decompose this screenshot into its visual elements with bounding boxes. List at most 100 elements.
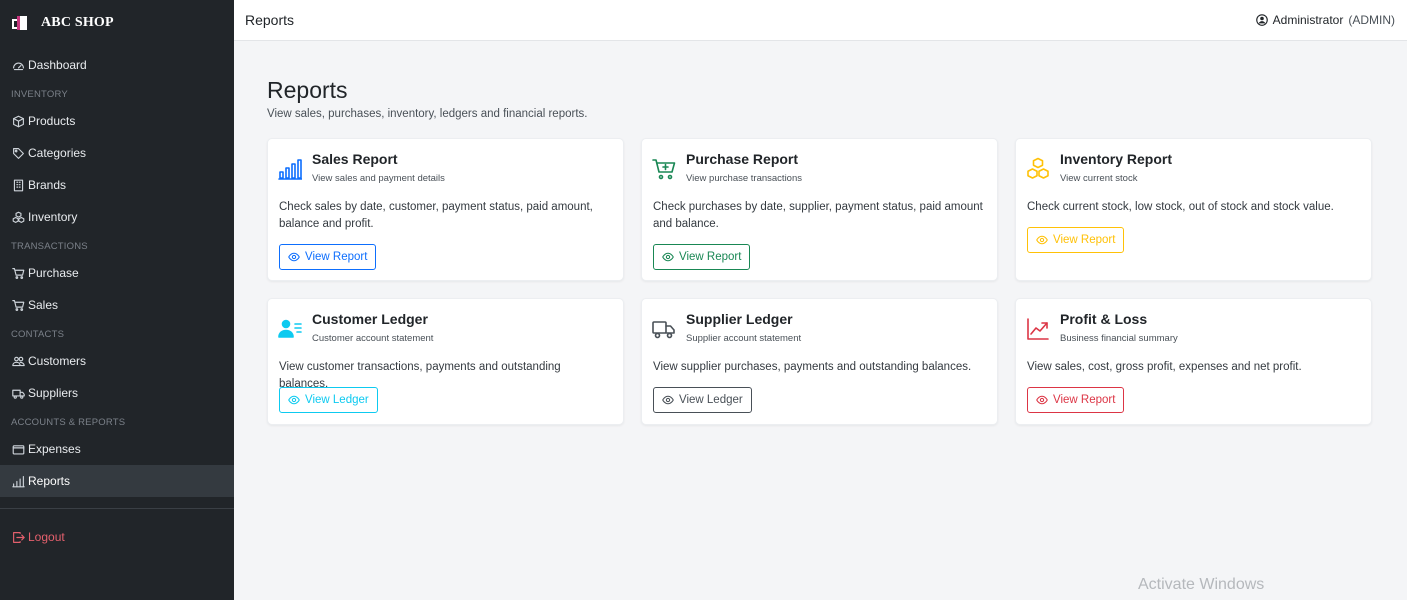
sidebar-section-contacts: CONTACTS <box>11 329 65 340</box>
view-purchase-report-button[interactable]: View Report <box>653 244 751 270</box>
sidebar-section-inventory: INVENTORY <box>11 89 68 100</box>
button-label: View Report <box>679 251 742 263</box>
brand-logo-icon <box>12 16 28 30</box>
card-description: Check purchases by date, supplier, payme… <box>653 201 983 230</box>
topbar: Reports Administrator (ADMIN) <box>234 0 1407 41</box>
sidebar-item-expenses[interactable]: Expenses <box>0 433 234 465</box>
eye-icon <box>288 252 300 262</box>
report-card-customer-ledger: Customer Ledger Customer account stateme… <box>267 298 624 425</box>
card-description: Check current stock, low stock, out of s… <box>1027 201 1334 213</box>
button-label: View Report <box>305 251 368 263</box>
card-title: Sales Report <box>312 151 398 167</box>
sidebar-section-accounts: ACCOUNTS & REPORTS <box>11 417 126 428</box>
sidebar-divider <box>0 508 234 509</box>
box-icon <box>13 115 24 127</box>
cart-plus-icon <box>652 157 678 183</box>
sidebar-item-label: Purchase <box>28 266 79 280</box>
speedometer-icon <box>13 62 24 70</box>
boxes-icon <box>12 211 25 223</box>
bar-chart-icon <box>12 475 25 487</box>
logout-label: Logout <box>28 530 65 544</box>
sidebar-item-label: Suppliers <box>28 386 79 400</box>
eye-icon <box>1036 395 1048 405</box>
boxes-icon <box>1026 157 1052 183</box>
view-customer-ledger-button[interactable]: View Ledger <box>279 387 378 413</box>
graph-up-icon <box>1026 317 1052 343</box>
sidebar-item-reports[interactable]: Reports <box>0 465 234 497</box>
card-subtitle: View purchase transactions <box>686 173 802 184</box>
card-title: Profit & Loss <box>1060 311 1148 327</box>
page-title: Reports <box>267 77 348 103</box>
report-card-profit-loss: Profit & Loss Business financial summary… <box>1015 298 1372 425</box>
brand[interactable]: ABC SHOP <box>0 0 234 46</box>
tags-icon <box>13 147 24 159</box>
report-card-sales: Sales Report View sales and payment deta… <box>267 138 624 281</box>
view-profit-loss-button[interactable]: View Report <box>1027 387 1125 413</box>
view-inventory-report-button[interactable]: View Report <box>1027 227 1125 253</box>
sidebar-item-inventory[interactable]: Inventory <box>0 201 234 233</box>
button-label: View Report <box>1053 394 1116 406</box>
card-description: View supplier purchases, payments and ou… <box>653 361 972 373</box>
logout-icon <box>13 531 25 543</box>
page-subtitle: View sales, purchases, inventory, ledger… <box>267 108 588 120</box>
card-subtitle: Supplier account statement <box>686 333 802 344</box>
truck-icon <box>12 389 25 399</box>
sidebar: ABC SHOP Dashboard INVENTORY Products Ca… <box>0 0 234 600</box>
truck-icon <box>652 317 678 343</box>
sidebar-item-label: Brands <box>28 178 67 192</box>
user-role: (ADMIN) <box>1348 13 1395 27</box>
card-description: Check sales by date, customer, payment s… <box>279 201 593 230</box>
card-subtitle: Business financial summary <box>1060 333 1178 344</box>
sidebar-item-label: Products <box>28 114 76 128</box>
sidebar-item-label: Reports <box>28 474 71 488</box>
brand-name: ABC SHOP <box>41 15 114 30</box>
sidebar-item-sales[interactable]: Sales <box>0 289 234 321</box>
view-supplier-ledger-button[interactable]: View Ledger <box>653 387 752 413</box>
report-card-inventory: Inventory Report View current stock Chec… <box>1015 138 1372 281</box>
sidebar-item-categories[interactable]: Categories <box>0 137 234 169</box>
person-circle-icon <box>1255 14 1268 26</box>
sidebar-section-transactions: TRANSACTIONS <box>11 241 88 252</box>
user-name: Administrator <box>1272 13 1344 27</box>
card-title: Customer Ledger <box>312 311 428 327</box>
card-description: View sales, cost, gross profit, expenses… <box>1027 361 1302 373</box>
sidebar-item-customers[interactable]: Customers <box>0 345 234 377</box>
button-label: View Ledger <box>305 394 369 406</box>
sidebar-item-brands[interactable]: Brands <box>0 169 234 201</box>
eye-icon <box>662 395 674 405</box>
card-subtitle: View current stock <box>1060 173 1138 184</box>
windows-activation-watermark: Activate Windows <box>1138 576 1265 593</box>
logout-button[interactable]: Logout <box>0 521 234 553</box>
cart-icon <box>12 267 25 279</box>
report-card-purchase: Purchase Report View purchase transactio… <box>641 138 998 281</box>
report-card-supplier-ledger: Supplier Ledger Supplier account stateme… <box>641 298 998 425</box>
card-subtitle: Customer account statement <box>312 333 434 344</box>
topbar-title: Reports <box>245 12 295 28</box>
sidebar-item-label: Inventory <box>28 210 78 224</box>
user-menu[interactable]: Administrator (ADMIN) <box>1255 13 1395 27</box>
card-title: Supplier Ledger <box>686 311 793 327</box>
sidebar-item-suppliers[interactable]: Suppliers <box>0 377 234 409</box>
card-title: Inventory Report <box>1060 151 1173 167</box>
button-label: View Ledger <box>679 394 743 406</box>
sidebar-item-label: Sales <box>28 298 59 312</box>
button-label: View Report <box>1053 234 1116 246</box>
sidebar-item-label: Categories <box>28 146 87 160</box>
wallet-icon <box>12 444 25 455</box>
main-content: Reports View sales, purchases, inventory… <box>234 41 1407 600</box>
eye-icon <box>662 252 674 262</box>
eye-icon <box>1036 235 1048 245</box>
sidebar-item-purchase[interactable]: Purchase <box>0 257 234 289</box>
building-icon <box>13 179 24 191</box>
bar-chart-icon <box>278 157 304 183</box>
people-icon <box>12 356 25 366</box>
cart-check-icon <box>12 299 25 311</box>
sidebar-item-label: Customers <box>28 354 87 368</box>
sidebar-item-products[interactable]: Products <box>0 105 234 137</box>
sidebar-item-label: Expenses <box>28 442 81 456</box>
eye-icon <box>288 395 300 405</box>
sidebar-item-label: Dashboard <box>28 58 87 72</box>
person-lines-icon <box>278 317 304 343</box>
view-sales-report-button[interactable]: View Report <box>279 244 377 270</box>
sidebar-item-dashboard[interactable]: Dashboard <box>0 49 234 81</box>
